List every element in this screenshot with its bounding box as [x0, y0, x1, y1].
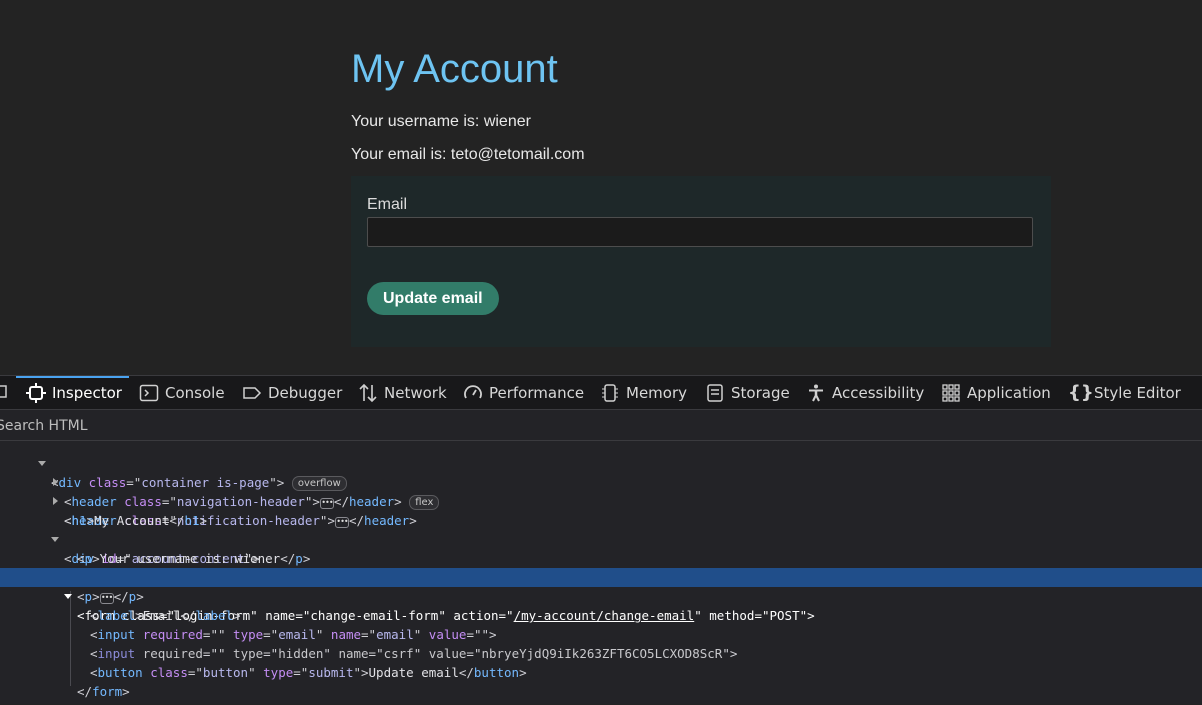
- tab-label: Console: [165, 383, 225, 402]
- element-picker-icon[interactable]: [0, 385, 8, 399]
- tab-accessibility[interactable]: Accessibility: [806, 376, 924, 409]
- tab-label: Network: [384, 383, 447, 402]
- tree-row-form-selected[interactable]: <form class="login-form" name="change-em…: [0, 568, 1202, 623]
- devtools-toolbar: Inspector Console Debugger Network Perfo…: [0, 376, 1202, 410]
- console-icon: [139, 384, 159, 401]
- tree-row-form-close[interactable]: </form>: [0, 663, 1202, 699]
- tree-row-input-csrf[interactable]: <input required="" type="hidden" name="c…: [0, 625, 1202, 661]
- tab-memory[interactable]: Memory: [600, 376, 687, 409]
- tab-label: Inspector: [52, 383, 122, 402]
- debugger-icon: [243, 386, 262, 399]
- update-email-button[interactable]: Update email: [367, 282, 499, 315]
- change-email-form: Email Update email: [351, 176, 1051, 347]
- tree-row-navigation-header[interactable]: <header class="navigation-header">•••</h…: [0, 454, 1202, 510]
- tab-debugger[interactable]: Debugger: [242, 376, 342, 409]
- tab-style-editor[interactable]: {} Style Editor: [1068, 376, 1181, 409]
- username-text: Your username is: wiener: [351, 113, 531, 130]
- email-text: Your email is: teto@tetomail.com: [351, 146, 585, 163]
- tab-performance[interactable]: Performance: [463, 376, 584, 409]
- tree-row-label[interactable]: <label>Email</label>: [0, 587, 1202, 623]
- email-label: Email: [367, 196, 408, 213]
- search-html-input[interactable]: [0, 414, 598, 438]
- performance-icon: [464, 384, 482, 398]
- tree-row-account-content[interactable]: <div id="account-content">: [0, 511, 1202, 566]
- accessibility-icon: [809, 384, 823, 401]
- email-input[interactable]: [367, 217, 1033, 247]
- markup-tree: <div class="container is-page"> overflow…: [0, 441, 1202, 705]
- tree-row-notification-header[interactable]: <header class="notification-header">•••<…: [0, 473, 1202, 528]
- devtools-panel: Inspector Console Debugger Network Perfo…: [0, 375, 1202, 705]
- page-content: My Account Your username is: wiener Your…: [0, 0, 1202, 375]
- tree-row-container[interactable]: <div class="container is-page"> overflow: [0, 441, 1202, 491]
- tree-row-button[interactable]: <button class="button" type="submit">Upd…: [0, 644, 1202, 680]
- tab-inspector[interactable]: Inspector: [16, 376, 129, 409]
- tab-application[interactable]: Application: [941, 376, 1051, 409]
- tab-label: Memory: [626, 383, 688, 402]
- page-title: My Account: [351, 47, 558, 91]
- tab-label: Storage: [731, 383, 790, 402]
- tree-row-div-close[interactable]: </div>: [0, 682, 1202, 705]
- tree-row-h1[interactable]: <h1>My Account</h1>: [0, 492, 1202, 528]
- tab-label: Performance: [489, 383, 585, 402]
- memory-icon: [602, 383, 618, 402]
- tab-label: Application: [967, 383, 1051, 402]
- tab-storage[interactable]: Storage: [705, 376, 790, 409]
- tab-label: Style Editor: [1094, 383, 1181, 402]
- tree-row-p-email[interactable]: <p>•••</p>: [0, 549, 1202, 604]
- storage-icon: [707, 383, 723, 402]
- tab-network[interactable]: Network: [358, 376, 447, 409]
- tab-label: Accessibility: [832, 383, 925, 402]
- html-search-bar: [0, 410, 1202, 441]
- tree-row-input-email[interactable]: <input required="" type="email" name="em…: [0, 606, 1202, 642]
- tab-console[interactable]: Console: [139, 376, 225, 409]
- style-editor-icon: {}: [1068, 381, 1094, 403]
- application-icon: [942, 383, 960, 402]
- network-icon: [359, 383, 377, 402]
- tab-label: Debugger: [268, 383, 343, 402]
- tree-row-p-username[interactable]: <p>Your username is: wiener</p>: [0, 530, 1202, 566]
- inspector-icon: [26, 382, 46, 403]
